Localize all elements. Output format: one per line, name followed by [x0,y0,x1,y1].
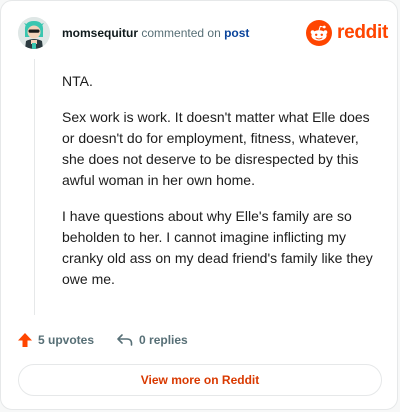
user-avatar[interactable] [18,17,50,49]
reddit-snoo-icon [306,20,333,46]
username-link[interactable]: momsequitur [62,26,138,40]
reddit-logo[interactable]: reddit [306,19,388,47]
reddit-wordmark: reddit [337,22,388,43]
embedded-comment-card: momsequitur commented on post reddit NTA… [0,0,398,410]
post-link[interactable]: post [224,26,249,40]
comment-body: NTA. Sex work is work. It doesn't matter… [62,71,380,305]
reply-count: 0 replies [139,333,188,347]
replies-button[interactable]: 0 replies [116,332,188,348]
view-more-button[interactable]: View more on Reddit [18,364,382,396]
comment-paragraph: Sex work is work. It doesn't matter what… [62,109,370,188]
upvote-button[interactable]: 5 upvotes [17,332,94,348]
reply-arrow-icon [117,334,133,346]
comment-actions: 5 upvotes 0 replies [17,329,188,351]
comment-paragraph: NTA. [62,73,93,89]
upvote-count: 5 upvotes [38,333,95,347]
comment-header: momsequitur commented on post reddit [18,17,388,49]
byline-action-text: commented on [141,26,221,40]
comment-byline: momsequitur commented on post [62,25,249,41]
avatar-character-icon [18,17,50,49]
upvote-arrow-icon [18,333,32,347]
thread-line [34,59,35,315]
comment-paragraph: I have questions about why Elle's family… [62,208,373,287]
